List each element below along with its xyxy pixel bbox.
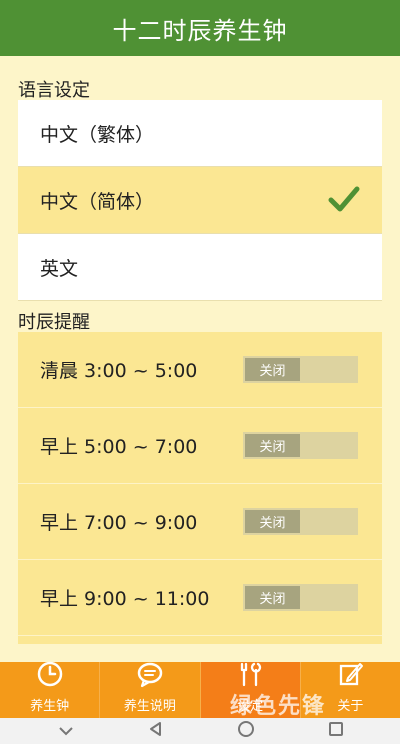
tab-clock[interactable]: 养生钟 [0,660,101,718]
reminder-row: 早上 7:00 ~ 9:00 关闭 [18,484,382,560]
system-nav-bar [0,718,400,744]
tools-icon [236,660,264,692]
language-option-simplified[interactable]: 中文（简体） [18,167,382,234]
toggle-knob: 关闭 [245,510,300,533]
reminder-toggle[interactable]: 关闭 [243,584,358,611]
tab-label: 养生说明 [123,699,176,714]
toggle-knob: 关闭 [245,586,300,609]
language-section-label: 语言设定 [18,80,90,101]
reminder-time-label: 早上 7:00 ~ 9:00 [40,512,198,534]
bottom-tab-bar: 养生钟 养生说明 设定 关于 [0,660,400,718]
checkmark-icon [328,186,360,214]
clock-icon [36,660,64,692]
reminder-toggle[interactable]: 关闭 [243,432,358,459]
tab-label: 设定 [237,699,264,714]
reminder-toggle[interactable]: 关闭 [243,356,358,383]
chat-icon [136,660,164,692]
edit-icon [336,660,364,692]
toggle-knob: 关闭 [245,434,300,457]
language-option-label: 英文 [40,257,79,280]
reminder-row: 早上 5:00 ~ 7:00 关闭 [18,408,382,484]
language-option-label: 中文（简体） [40,190,155,213]
tab-label: 养生钟 [30,699,70,714]
reminder-time-label: 清晨 3:00 ~ 5:00 [40,360,198,382]
back-icon[interactable] [148,721,164,741]
language-option-label: 中文（繁体） [40,123,155,146]
app-title: 十二时辰养生钟 [112,16,288,45]
tab-label: 关于 [337,699,364,714]
home-icon[interactable] [237,720,255,742]
reminder-row: 清晨 3:00 ~ 5:00 关闭 [18,332,382,408]
language-option-traditional[interactable]: 中文（繁体） [18,100,382,167]
collapse-icon[interactable] [57,722,75,741]
reminder-time-label: 早上 9:00 ~ 11:00 [40,588,210,610]
tab-about[interactable]: 关于 [301,662,400,718]
tab-settings[interactable]: 设定 [200,660,301,718]
reminder-section-label: 时辰提醒 [18,312,90,333]
recents-icon[interactable] [328,721,344,741]
app-header: 十二时辰养生钟 [0,0,400,56]
language-option-english[interactable]: 英文 [18,234,382,301]
reminder-toggle[interactable]: 关闭 [243,508,358,535]
tab-instructions[interactable]: 养生说明 [100,660,201,718]
reminder-list[interactable]: 清晨 3:00 ~ 5:00 关闭 早上 5:00 ~ 7:00 关闭 早上 7… [18,332,382,644]
toggle-knob: 关闭 [245,358,300,381]
language-list: 中文（繁体） 中文（简体） 英文 [18,100,382,301]
reminder-time-label: 早上 5:00 ~ 7:00 [40,436,198,458]
reminder-row: 早上 9:00 ~ 11:00 关闭 [18,560,382,636]
